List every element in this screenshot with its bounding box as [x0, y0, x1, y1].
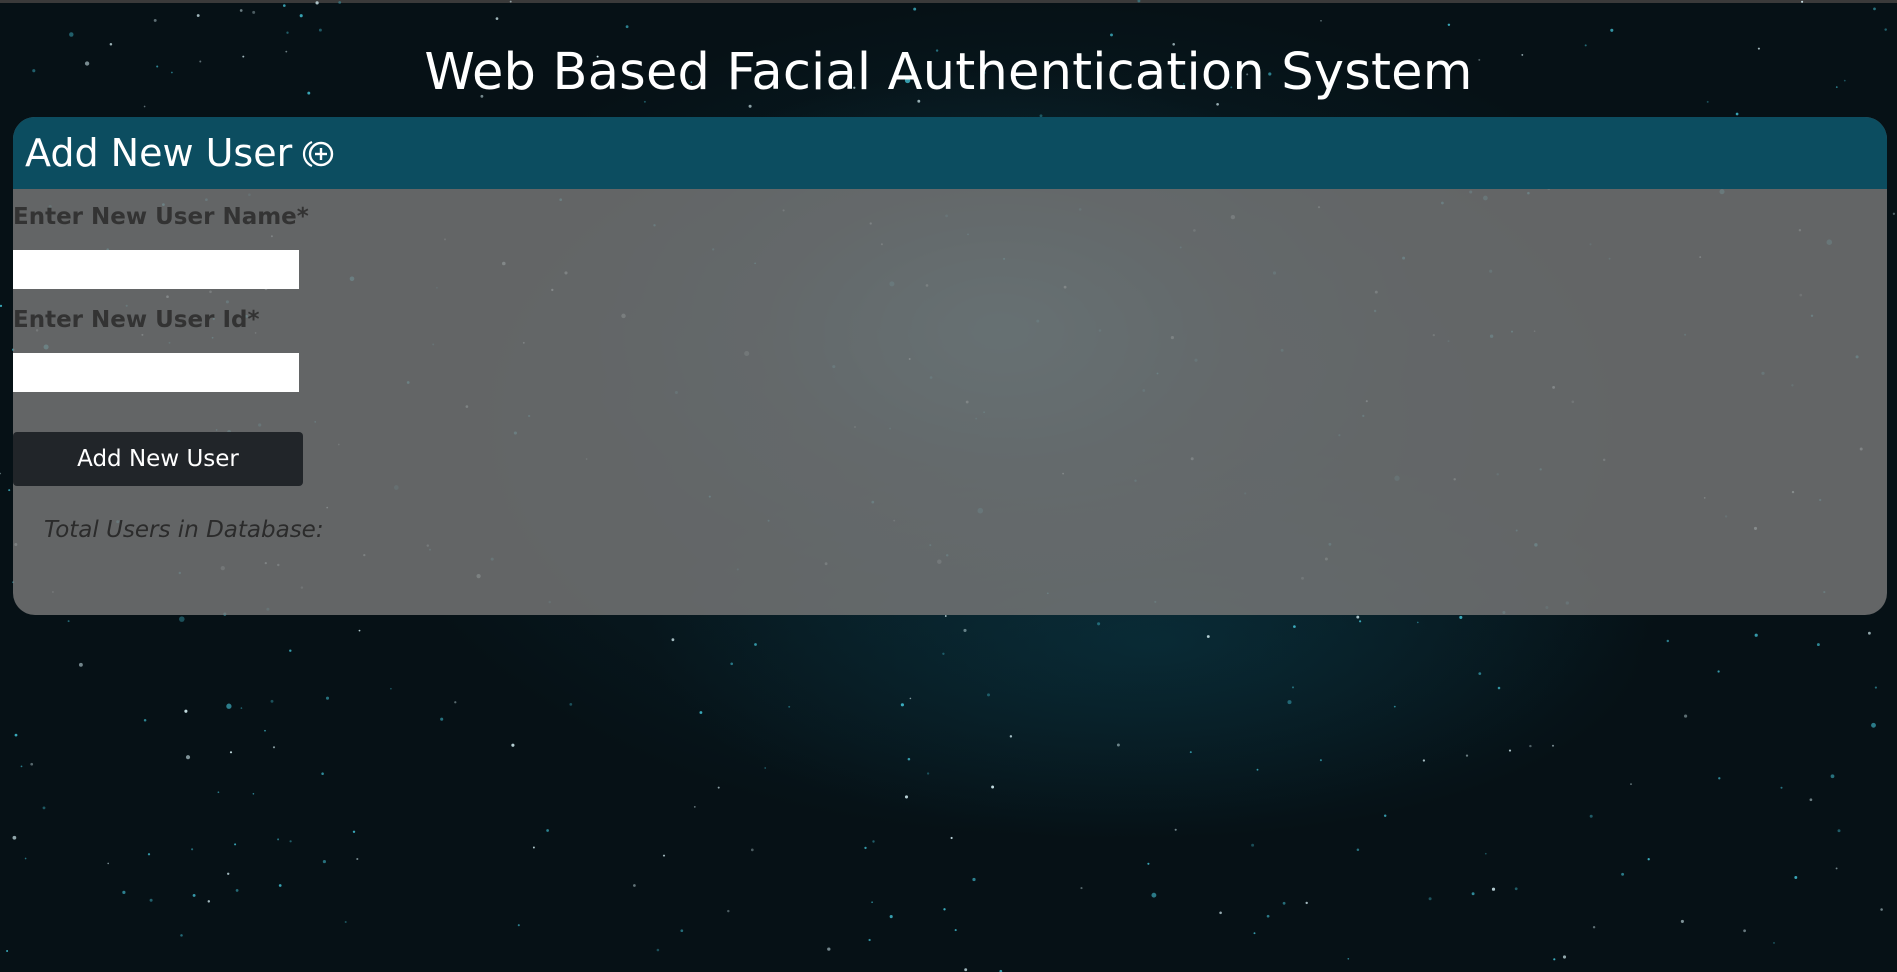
card-header: Add New User	[13, 117, 1887, 189]
user-name-input[interactable]	[13, 250, 299, 289]
top-border	[0, 0, 1897, 3]
add-new-user-button[interactable]: Add New User	[13, 432, 303, 486]
user-id-input[interactable]	[13, 353, 299, 392]
user-name-label: Enter New User Name*	[13, 204, 309, 230]
card-title: Add New User	[25, 131, 293, 175]
add-user-card: Add New User Enter New User Name* Enter …	[13, 117, 1887, 615]
add-circle-icon	[303, 140, 334, 168]
page-title: Web Based Facial Authentication System	[424, 43, 1473, 102]
total-users-label: Total Users in Database:	[44, 517, 324, 543]
user-id-label: Enter New User Id*	[13, 307, 260, 333]
